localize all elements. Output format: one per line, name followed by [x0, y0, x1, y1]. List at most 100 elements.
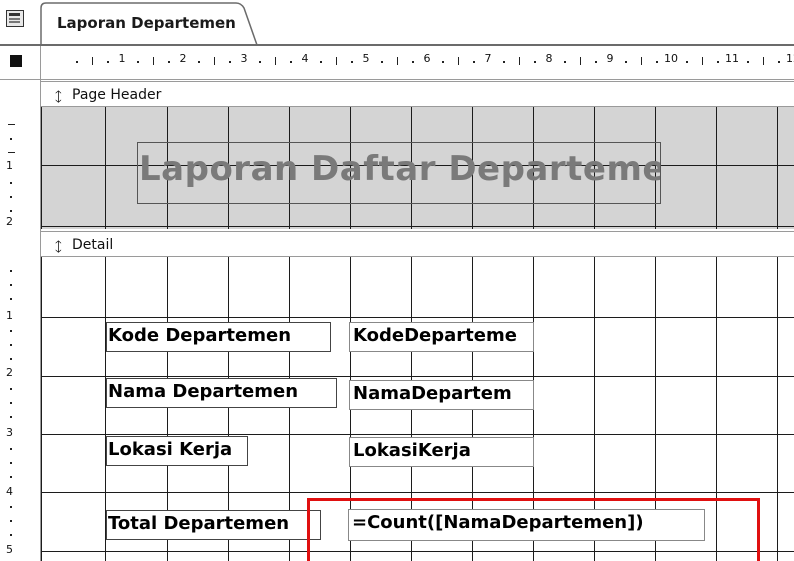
ruler-tick: [350, 61, 353, 63]
ruler-tick: [10, 462, 12, 464]
ruler-tick: [640, 57, 642, 65]
grid-line: [716, 257, 717, 561]
ruler-tick: [457, 57, 459, 65]
ruler-tick: [10, 330, 12, 332]
ruler-tick: [320, 61, 323, 63]
ruler-tick: [213, 57, 215, 65]
grid-line: [777, 107, 778, 229]
ruler-tick: [579, 57, 581, 65]
grid-line: [41, 257, 42, 561]
grid-line: [41, 376, 794, 377]
ruler-tick: [10, 358, 12, 360]
ruler-number: 2: [6, 215, 13, 228]
ruler-number: 8: [545, 52, 553, 65]
grid-line: [41, 434, 794, 435]
ruler-tick: [503, 61, 506, 63]
ruler-tick: [10, 196, 12, 198]
page-header-label: Page Header: [72, 87, 162, 103]
report-title-text: Laporan Daftar Departemen: [139, 149, 661, 189]
ruler-tick: [152, 57, 154, 65]
ruler-tick: [396, 57, 398, 65]
form-icon: [6, 10, 24, 27]
ruler-tick: [137, 61, 140, 63]
ruler-tick: [594, 61, 597, 63]
ruler-number: 9: [606, 52, 614, 65]
grid-line: [41, 551, 794, 552]
ruler-number: 5: [6, 543, 13, 556]
ruler-number: 1: [6, 159, 13, 172]
report-title-label[interactable]: Laporan Daftar Departemen: [137, 142, 661, 204]
report-selector-button[interactable]: [10, 55, 22, 67]
ruler-number: 7: [484, 52, 492, 65]
ruler-tick: [8, 152, 15, 153]
ruler-tick: [10, 416, 12, 418]
ruler-tick: [91, 57, 93, 65]
ruler-tick: [472, 61, 475, 63]
tab-laporan-departemen[interactable]: Laporan Departemen: [40, 2, 258, 45]
kode-departemen-label[interactable]: Kode Departemen: [106, 322, 331, 352]
ruler-tick: [10, 402, 12, 404]
report-selector[interactable]: [0, 46, 41, 80]
ruler-tick: [198, 61, 201, 63]
ruler-tick: [259, 61, 262, 63]
ruler-tick: [381, 61, 384, 63]
ruler-number: 4: [6, 485, 13, 498]
ruler-tick: [167, 61, 170, 63]
ruler-number: 4: [301, 52, 309, 65]
ruler-tick: [10, 388, 12, 390]
ruler-tick: [518, 57, 520, 65]
ruler-number: 3: [240, 52, 248, 65]
nama-departemen-textbox[interactable]: NamaDepartem: [349, 380, 534, 410]
ruler-tick: [716, 61, 719, 63]
page-header-section-bar[interactable]: 🡙 Page Header: [41, 81, 794, 107]
ruler-tick: [442, 61, 445, 63]
vertical-ruler[interactable]: 1 2 1 2 3 4 5: [0, 80, 41, 561]
grid-line: [777, 257, 778, 561]
ruler-tick: [10, 448, 12, 450]
horizontal-ruler[interactable]: 123456789101112: [41, 46, 794, 80]
kode-departemen-textbox[interactable]: KodeDeparteme: [349, 322, 534, 352]
ruler-tick: [10, 534, 12, 536]
ruler-number: 2: [179, 52, 187, 65]
ruler-tick: [10, 210, 12, 212]
lokasi-kerja-textbox[interactable]: LokasiKerja: [349, 437, 534, 467]
ruler-tick: [274, 57, 276, 65]
ruler-tick: [10, 138, 12, 140]
ruler-tick: [106, 61, 109, 63]
ruler-tick: [228, 61, 231, 63]
ruler-tick: [8, 124, 15, 125]
ruler-tick: [10, 298, 12, 300]
ruler-number: 10: [664, 52, 678, 65]
ruler-tick: [411, 61, 414, 63]
grid-line: [716, 107, 717, 229]
ruler-number: 12: [786, 52, 794, 65]
ruler-tick: [10, 270, 12, 272]
count-expression-textbox[interactable]: =Count([NamaDepartemen]): [348, 509, 705, 541]
ruler-tick: [335, 57, 337, 65]
ruler-number: 3: [6, 426, 13, 439]
ruler-tick: [762, 57, 764, 65]
lokasi-kerja-label[interactable]: Lokasi Kerja: [106, 436, 248, 466]
ruler-tick: [533, 61, 536, 63]
ruler-number: 1: [6, 309, 13, 322]
ruler-tick: [76, 61, 79, 63]
ruler-number: 2: [6, 366, 13, 379]
document-tab-strip: Laporan Departemen: [0, 0, 794, 46]
ruler-tick: [564, 61, 567, 63]
grid-line: [41, 107, 42, 229]
total-departemen-label[interactable]: Total Departemen: [106, 510, 321, 540]
ruler-tick: [10, 284, 12, 286]
ruler-tick: [701, 57, 703, 65]
ruler-number: 1: [118, 52, 126, 65]
grid-line: [105, 107, 106, 229]
grid-line: [41, 492, 794, 493]
ruler-number: 6: [423, 52, 431, 65]
detail-section-bar[interactable]: 🡙 Detail: [41, 231, 794, 257]
grid-line: [41, 226, 794, 227]
nama-departemen-label[interactable]: Nama Departemen: [106, 378, 337, 408]
ruler-tick: [655, 61, 658, 63]
ruler-tick: [625, 61, 628, 63]
ruler-number: 11: [725, 52, 739, 65]
ruler-tick: [10, 344, 12, 346]
ruler-tick: [10, 520, 12, 522]
